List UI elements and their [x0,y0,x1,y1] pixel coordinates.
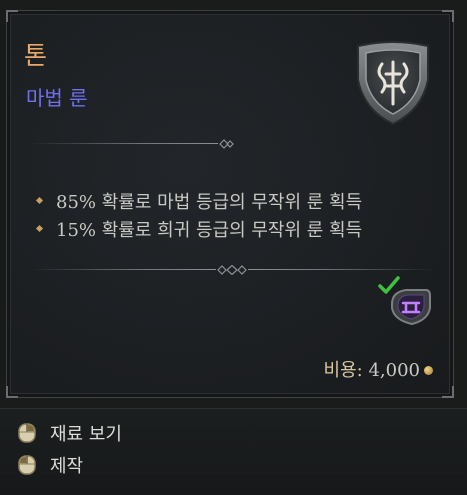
mouse-left-click-icon [18,455,36,475]
view-materials-button[interactable]: 재료 보기 [16,418,122,448]
corner-ornament [442,386,454,398]
bullet-icon [35,224,44,233]
section-divider [30,139,240,149]
cost-label: 비용: [323,360,363,381]
tooltip-frame: 톤 마법 룬 85% 확률로 마법 등급의 무작위 룬 획득 15% 확률로 희… [0,0,467,495]
rune-shield-emblem-icon [357,41,429,126]
crafting-cost: 비용: 4,000 [324,356,433,382]
craft-button[interactable]: 제작 [16,450,83,480]
magic-rune-check-icon [378,276,431,326]
item-type: 마법 룬 [26,86,88,110]
cost-value: 4,000 [368,360,420,381]
craft-label: 제작 [50,456,84,477]
effect-text: 85% 확률로 마법 등급의 무작위 룬 획득 [56,192,363,213]
bullet-icon [35,196,44,205]
effects-list: 85% 확률로 마법 등급의 무작위 룬 획득 15% 확률로 희귀 등급의 무… [34,188,434,244]
view-materials-label: 재료 보기 [50,424,122,445]
section-divider [30,265,434,275]
list-item: 85% 확률로 마법 등급의 무작위 룬 획득 [34,188,434,216]
corner-ornament [6,386,18,398]
gold-coin-icon [424,366,433,375]
list-item: 15% 확률로 희귀 등급의 무작위 룬 획득 [34,216,434,244]
mouse-right-click-icon [18,423,36,443]
corner-ornament [6,10,18,22]
effect-text: 15% 확률로 희귀 등급의 무작위 룬 획득 [56,220,363,241]
corner-ornament [442,10,454,22]
item-name: 톤 [24,41,49,70]
